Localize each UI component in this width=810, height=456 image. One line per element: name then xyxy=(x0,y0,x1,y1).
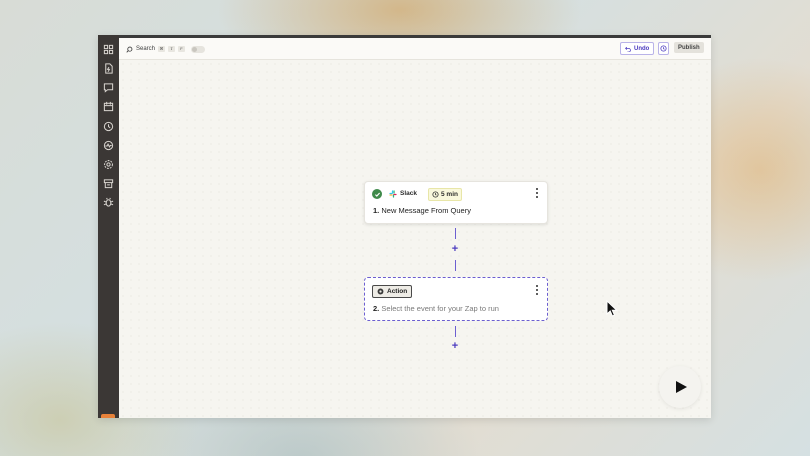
add-step-button[interactable]: + xyxy=(450,341,460,352)
shortcut-key: F xyxy=(178,46,186,52)
settings-icon[interactable] xyxy=(103,159,114,170)
polling-interval: 5 min xyxy=(441,191,458,198)
undo-button[interactable]: Undo xyxy=(620,42,655,55)
undo-icon xyxy=(625,46,631,52)
connector-line xyxy=(455,228,456,239)
shortcut-key: ⇧ xyxy=(168,46,176,52)
add-step-button[interactable]: + xyxy=(450,244,460,255)
version-history-button[interactable] xyxy=(658,42,669,55)
publish-label: Publish xyxy=(678,44,700,51)
step-placeholder: Select the event for your Zap to run xyxy=(381,304,499,313)
chat-icon[interactable] xyxy=(103,82,114,93)
editor-toolbar: Search ⌘ ⇧ F Undo Publish xyxy=(119,38,711,60)
account-avatar[interactable] xyxy=(101,414,115,418)
clock-icon xyxy=(432,191,439,198)
step-number: 2. xyxy=(373,304,380,313)
connector-line xyxy=(455,326,456,337)
step-name: New Message From Query xyxy=(381,206,471,215)
apps-icon[interactable] xyxy=(103,44,114,55)
action-step-card[interactable]: Action 2. Select the event for your Zap … xyxy=(364,277,548,321)
action-icon xyxy=(377,288,384,295)
activity-icon[interactable] xyxy=(103,140,114,151)
connector-line xyxy=(455,260,456,271)
app-name: Slack xyxy=(400,190,417,197)
zap-editor-window: Search ⌘ ⇧ F Undo Publish Slack 5 min 1.… xyxy=(98,35,711,418)
search-button[interactable]: Search ⌘ ⇧ F xyxy=(126,43,206,55)
search-label: Search xyxy=(136,46,156,52)
slack-icon xyxy=(389,189,397,198)
calendar-icon[interactable] xyxy=(103,101,114,112)
check-icon xyxy=(372,189,382,199)
zap-file-icon[interactable] xyxy=(103,63,114,74)
step-number: 1. xyxy=(373,206,380,215)
toggle-switch[interactable] xyxy=(191,45,206,53)
undo-label: Undo xyxy=(634,45,650,52)
mouse-cursor-icon xyxy=(606,300,618,317)
more-options-icon[interactable] xyxy=(534,285,539,295)
app-chip: Slack xyxy=(386,188,420,199)
archive-icon[interactable] xyxy=(103,178,114,189)
shortcut-key: ⌘ xyxy=(158,46,166,52)
step-title: 2. Select the event for your Zap to run xyxy=(373,304,499,313)
play-button[interactable] xyxy=(659,366,701,408)
history-icon xyxy=(660,45,667,52)
action-chip-label: Action xyxy=(387,288,408,295)
zap-canvas[interactable]: Slack 5 min 1. New Message From Query + … xyxy=(119,60,711,418)
action-chip: Action xyxy=(372,285,413,298)
history-icon[interactable] xyxy=(103,121,114,132)
step-title: 1. New Message From Query xyxy=(373,206,471,215)
play-icon xyxy=(676,381,687,393)
sidebar xyxy=(98,35,119,418)
search-icon xyxy=(126,46,133,53)
polling-interval-badge: 5 min xyxy=(428,188,462,201)
trigger-step-card[interactable]: Slack 5 min 1. New Message From Query xyxy=(364,181,548,224)
bug-icon[interactable] xyxy=(103,197,114,208)
publish-button[interactable]: Publish xyxy=(674,42,704,53)
more-options-icon[interactable] xyxy=(534,188,539,198)
